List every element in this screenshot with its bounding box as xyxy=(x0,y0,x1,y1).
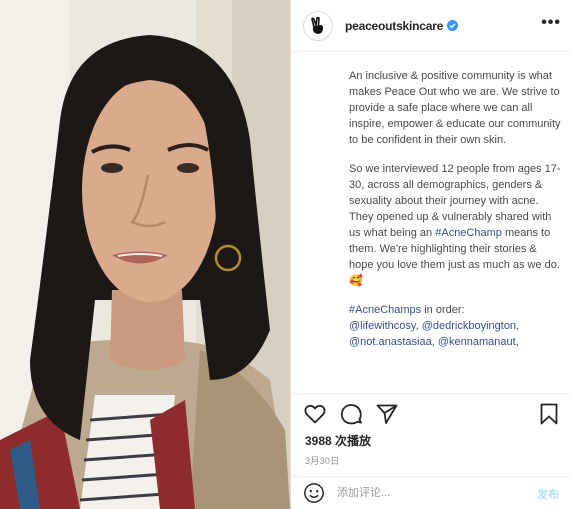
caption-text: in order: xyxy=(421,304,465,316)
caption-paragraph-2: So we interviewed 12 people from ages 17… xyxy=(349,161,561,289)
smiley-icon[interactable] xyxy=(303,482,325,504)
view-count[interactable]: 3988 次播放 xyxy=(305,432,371,449)
hashtag-link[interactable]: #AcneChamp xyxy=(435,227,502,239)
comment-bubble-icon[interactable] xyxy=(339,402,363,426)
post-details-panel: peaceoutskincare ••• An inclusive & posi… xyxy=(291,0,571,509)
post-header: peaceoutskincare ••• xyxy=(291,0,571,52)
bookmark-icon[interactable] xyxy=(537,402,561,426)
hashtag-link[interactable]: #AcneChamps xyxy=(349,304,421,316)
post-date[interactable]: 3月30日 xyxy=(305,454,340,467)
caption-paragraph-3: #AcneChamps in order: @lifewithcosy, @ded… xyxy=(349,304,520,348)
video-frame-image xyxy=(0,0,290,509)
mention-link[interactable]: @dedrickboyington xyxy=(422,320,516,332)
mention-link[interactable]: @not.anastasiaa xyxy=(349,336,432,348)
peace-hand-icon xyxy=(311,16,323,34)
instagram-post: peaceoutskincare ••• An inclusive & posi… xyxy=(0,0,571,509)
mention-link[interactable]: @lifewithcosy xyxy=(349,320,416,332)
post-actions xyxy=(291,393,571,433)
paper-plane-icon[interactable] xyxy=(375,402,399,426)
heart-icon[interactable] xyxy=(303,402,327,426)
caption-paragraph-1: An inclusive & positive community is wha… xyxy=(349,70,561,146)
verified-badge-icon xyxy=(447,20,459,31)
post-comment-button[interactable]: 发布 xyxy=(537,486,559,502)
comment-input[interactable] xyxy=(337,487,527,499)
comment-bar: 发布 xyxy=(291,476,571,509)
more-options-button[interactable]: ••• xyxy=(541,14,561,32)
post-video[interactable] xyxy=(0,0,290,509)
username[interactable]: peaceoutskincare xyxy=(345,19,443,33)
mention-link[interactable]: @kennamanaut xyxy=(438,336,516,348)
post-caption: An inclusive & positive community is wha… xyxy=(349,68,561,386)
profile-avatar[interactable] xyxy=(303,10,333,41)
